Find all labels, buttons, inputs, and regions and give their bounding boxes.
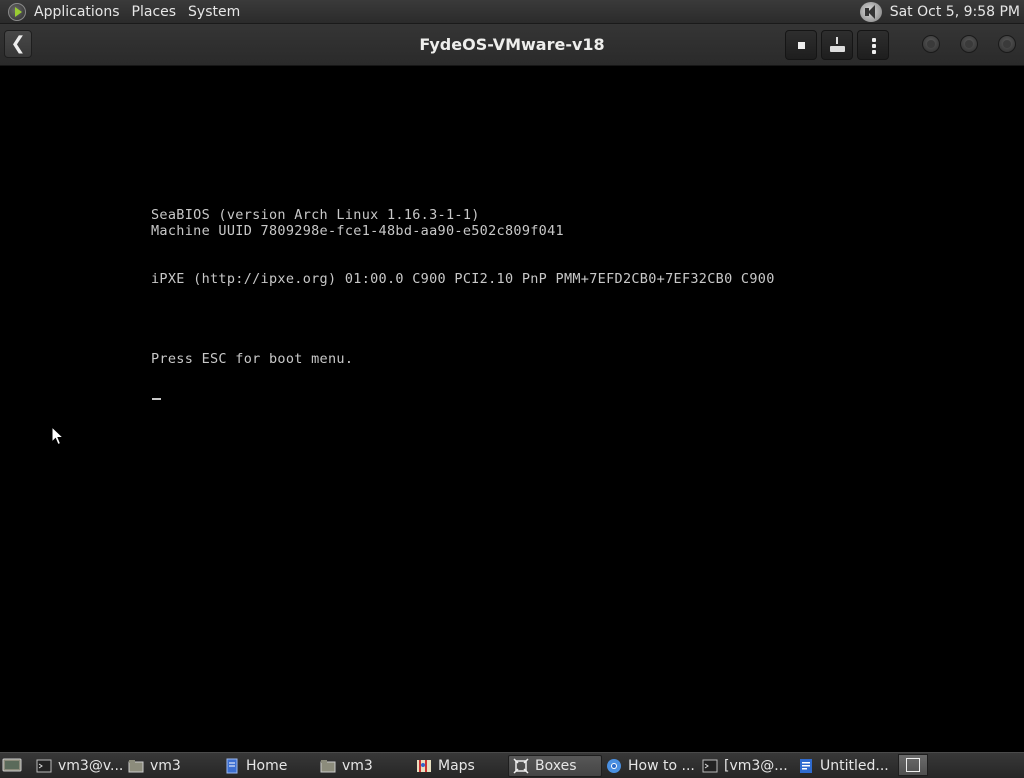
folder-icon — [128, 758, 144, 774]
task-boxes[interactable]: Boxes — [508, 754, 602, 777]
mouse-pointer-icon — [51, 426, 65, 446]
folder-icon — [320, 758, 336, 774]
task-label: How to ... — [628, 757, 695, 774]
task-label: Home — [246, 757, 288, 774]
task-label: vm3 — [342, 757, 373, 774]
chromium-icon — [606, 758, 622, 774]
console-line-boot-prompt: Press ESC for boot menu. — [151, 351, 354, 367]
stop-icon — [798, 42, 805, 49]
volume-icon[interactable] — [859, 2, 882, 22]
taskbar: vm3@v... vm3 Home vm3 Maps Boxes How to … — [0, 752, 1024, 778]
task-label: vm3 — [150, 757, 181, 774]
more-vertical-icon-dot — [872, 50, 876, 54]
more-menu-button[interactable] — [857, 30, 889, 60]
applications-menu[interactable]: Applications — [28, 0, 126, 24]
applications-menu-icon[interactable] — [8, 2, 26, 21]
terminal-icon — [702, 758, 718, 774]
keyboard-icon — [830, 46, 845, 52]
more-vertical-icon-dot — [872, 44, 876, 48]
places-menu[interactable]: Places — [126, 0, 183, 24]
task-terminal-2[interactable]: [vm3@... — [698, 755, 794, 777]
workspace-switcher[interactable] — [898, 754, 928, 776]
top-panel: Applications Places System Sat Oct 5, 9:… — [0, 0, 1024, 24]
stop-button[interactable] — [785, 30, 817, 60]
text-editor-icon — [224, 758, 240, 774]
task-label: [vm3@... — [724, 757, 788, 774]
console-line-ipxe: iPXE (http://ipxe.org) 01:00.0 C900 PCI2… — [151, 271, 775, 287]
desktop-screen: Applications Places System Sat Oct 5, 9:… — [0, 0, 1024, 778]
task-label: Boxes — [535, 757, 577, 774]
task-terminal-1[interactable]: vm3@v... — [32, 755, 124, 777]
task-label: Untitled... — [820, 757, 888, 774]
header-bar: ❮ FydeOS-VMware-v18 — [0, 24, 1024, 66]
system-menu[interactable]: System — [182, 0, 246, 24]
task-folder-1[interactable]: vm3 — [124, 755, 220, 777]
send-keys-button[interactable] — [821, 30, 853, 60]
close-button[interactable] — [998, 35, 1016, 53]
panel-tray: Sat Oct 5, 9:58 PM — [859, 0, 1020, 24]
console-cursor — [152, 398, 161, 400]
boxes-icon — [513, 757, 529, 774]
vm-console-display[interactable]: SeaBIOS (version Arch Linux 1.16.3-1-1) … — [0, 66, 1024, 752]
terminal-icon — [36, 758, 52, 774]
task-folder-2[interactable]: vm3 — [316, 755, 412, 777]
console-line-uuid: Machine UUID 7809298e-fce1-48bd-aa90-e50… — [151, 223, 564, 239]
maximize-button[interactable] — [960, 35, 978, 53]
console-line-seabios: SeaBIOS (version Arch Linux 1.16.3-1-1) — [151, 207, 480, 223]
task-label: vm3@v... — [58, 757, 124, 774]
minimize-button[interactable] — [922, 35, 940, 53]
clock[interactable]: Sat Oct 5, 9:58 PM — [890, 4, 1020, 20]
task-chromium[interactable]: How to ... — [602, 755, 698, 777]
workspace-icon — [906, 758, 920, 772]
document-icon — [798, 758, 814, 774]
maps-icon — [416, 758, 432, 774]
task-document[interactable]: Untitled... — [794, 755, 888, 777]
more-vertical-icon — [872, 38, 876, 42]
task-maps[interactable]: Maps — [412, 755, 508, 777]
send-keys-icon — [836, 37, 838, 44]
task-label: Maps — [438, 757, 475, 774]
task-home[interactable]: Home — [220, 755, 316, 777]
show-desktop-icon[interactable] — [2, 756, 24, 776]
